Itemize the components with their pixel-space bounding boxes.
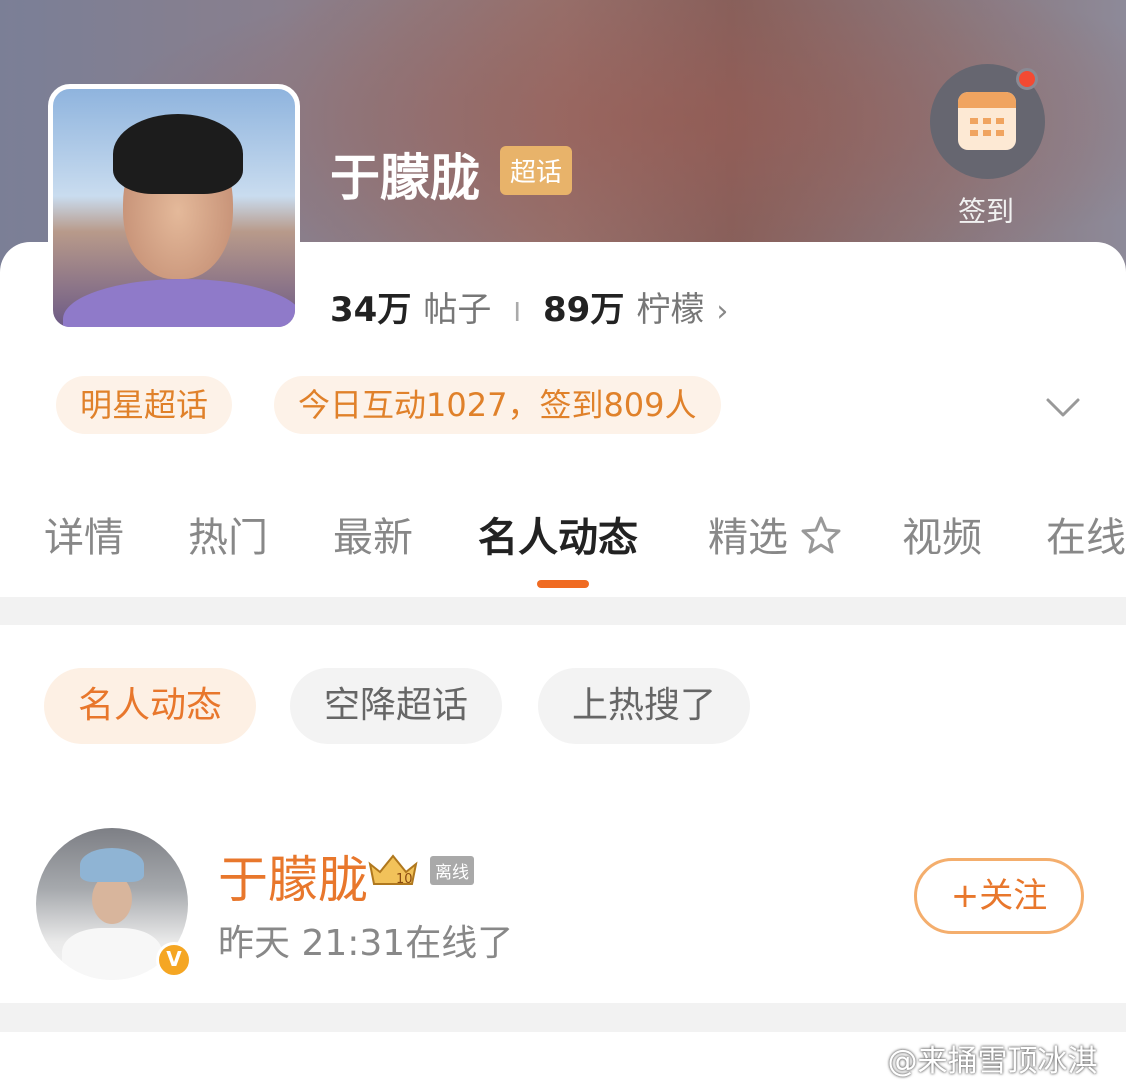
- tab-latest[interactable]: 最新: [333, 505, 413, 563]
- topic-avatar[interactable]: [48, 84, 300, 332]
- activity-pill[interactable]: 今日互动1027，签到809人: [274, 376, 721, 434]
- stats-separator: I: [513, 298, 521, 328]
- chevron-down-icon[interactable]: [1044, 388, 1082, 426]
- notification-dot: [1016, 68, 1038, 90]
- tab-celebrity-updates[interactable]: 名人动态: [478, 505, 638, 563]
- tab-details[interactable]: 详情: [44, 505, 124, 563]
- chip-airdrop[interactable]: 空降超话: [290, 668, 503, 744]
- crown-icon: 10: [368, 854, 418, 887]
- lemons-count: 89万: [543, 290, 625, 330]
- follow-button[interactable]: +关注: [914, 858, 1084, 934]
- avatar-shirt: [63, 279, 295, 327]
- posts-label: 帖子: [423, 290, 492, 330]
- tab-featured[interactable]: 精选: [708, 505, 841, 563]
- user-name[interactable]: 于朦胧: [218, 840, 368, 912]
- avatar-hair: [113, 114, 243, 194]
- verified-icon: V: [156, 942, 192, 978]
- crown-level: 10: [396, 872, 413, 887]
- page-title: 于朦胧: [330, 149, 480, 207]
- tab-online[interactable]: 在线: [1046, 505, 1126, 563]
- calendar-icon: [958, 92, 1016, 150]
- avatar-body: [62, 928, 162, 980]
- chevron-right-icon: ›: [716, 294, 729, 329]
- posts-count: 34万: [330, 290, 412, 330]
- tab-hot[interactable]: 热门: [188, 505, 268, 563]
- tab-bar: 详情 热门 最新 名人动态 精选 视频 在线: [0, 505, 1126, 575]
- watermark-text: @来捅雪顶冰淇淋: [887, 1044, 1098, 1079]
- active-tab-indicator: [537, 580, 589, 588]
- weibo-icon: [842, 1047, 877, 1075]
- feed-item-text[interactable]: 于朦胧转发微博了: [36, 1068, 356, 1080]
- signin-label: 签到: [958, 195, 1015, 228]
- tab-featured-label: 精选: [708, 515, 788, 561]
- chip-trending[interactable]: 上热搜了: [538, 668, 751, 744]
- avatar-cap: [80, 848, 144, 882]
- watermark: @来捅雪顶冰淇淋: [842, 1036, 1126, 1080]
- status-badge: 离线: [430, 856, 474, 885]
- last-online-time: 昨天 21:31在线了: [218, 923, 514, 964]
- lemons-label: 柠檬: [636, 290, 705, 330]
- category-pill[interactable]: 明星超话: [56, 376, 233, 434]
- super-topic-badge: 超话: [500, 146, 573, 195]
- tab-video[interactable]: 视频: [902, 505, 982, 563]
- topic-stats[interactable]: 34万 帖子 I 89万 柠檬 ›: [330, 282, 728, 331]
- chip-celebrity-updates[interactable]: 名人动态: [44, 668, 257, 744]
- star-icon: [801, 516, 841, 554]
